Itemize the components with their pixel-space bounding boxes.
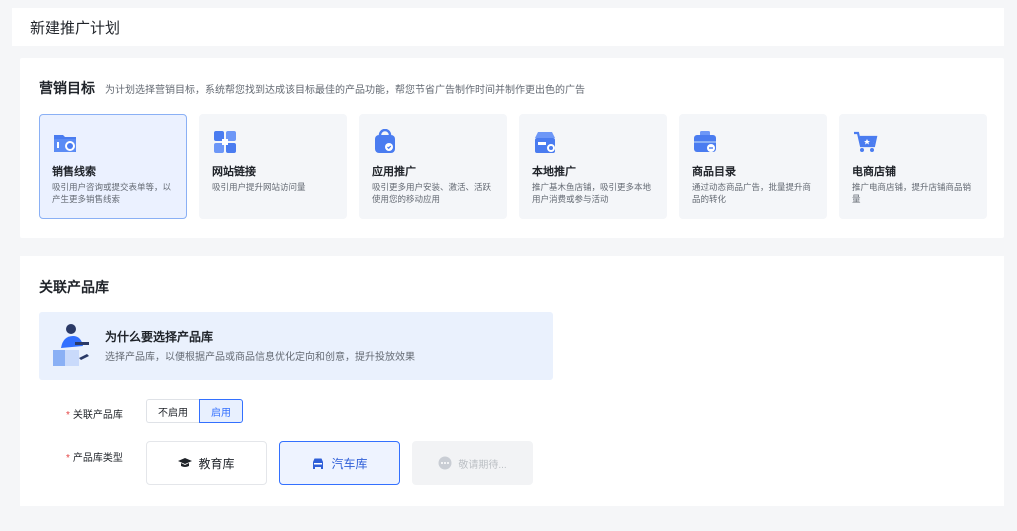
library-option-label: 教育库 — [198, 456, 235, 471]
goal-title: 商品目录 — [692, 166, 736, 178]
library-option-coming-soon: 敬请期待... — [412, 441, 533, 485]
tip-title: 为什么要选择产品库 — [105, 330, 214, 344]
product-library-tip: 为什么要选择产品库 选择产品库，以便根据产品或商品信息优化定向和创意，提升投放效… — [39, 312, 553, 380]
library-type-label: * 产品库类型 — [66, 449, 123, 464]
marketing-goal-card: 营销目标 为计划选择营销目标，系统帮您找到达成该目标最佳的产品功能，帮您节省广告… — [20, 58, 1004, 238]
goal-title: 应用推广 — [372, 166, 416, 178]
goal-local-promotion[interactable]: 本地推广 推广基木鱼店铺，吸引更多本地用户消费或参与活动 — [519, 114, 667, 219]
goal-description: 推广电商店铺，提升店铺商品销量 — [852, 182, 972, 204]
goal-title: 电商店铺 — [852, 166, 896, 178]
product-library-card: 关联产品库 为什么要选择产品库 选择产品库，以便根据产品或商品信息优化定向和创意… — [20, 256, 1004, 506]
goal-ecommerce-store[interactable]: 电商店铺 推广电商店铺，提升店铺商品销量 — [839, 114, 987, 219]
ecommerce-cart-icon — [854, 131, 878, 152]
page-header: 新建推广计划 — [12, 8, 1004, 46]
more-dots-icon — [438, 456, 452, 470]
field-label: 产品库类型 — [72, 453, 123, 464]
page-title: 新建推广计划 — [30, 19, 121, 37]
goal-title: 本地推广 — [532, 166, 576, 178]
local-store-icon — [535, 132, 555, 153]
goal-product-catalog[interactable]: 商品目录 通过动态商品广告，批量提升商品的转化 — [679, 114, 827, 219]
person-at-laptop-icon — [53, 324, 89, 366]
goal-description: 吸引用户咨询或提交表单等，以产生更多销售线索 — [52, 182, 172, 204]
goal-website-link[interactable]: 网站链接 吸引用户提升网站访问量 — [199, 114, 347, 219]
sales-leads-icon — [54, 135, 76, 152]
goal-options: 销售线索 吸引用户咨询或提交表单等，以产生更多销售线索 网站链接 吸引用户提升网… — [39, 114, 987, 219]
required-mark: * — [66, 410, 70, 421]
goal-description: 推广基木鱼店铺，吸引更多本地用户消费或参与活动 — [532, 182, 652, 204]
goal-description: 通过动态商品广告，批量提升商品的转化 — [692, 182, 812, 204]
library-option-label: 汽车库 — [331, 456, 368, 471]
library-option-auto[interactable]: 汽车库 — [279, 441, 400, 485]
section-description: 为计划选择营销目标，系统帮您找到达成该目标最佳的产品功能，帮您节省广告制作时间并… — [105, 85, 585, 96]
library-option-label: 敬请期待... — [458, 459, 507, 471]
graduation-cap-icon — [178, 458, 193, 467]
goal-sales-leads[interactable]: 销售线索 吸引用户咨询或提交表单等，以产生更多销售线索 — [39, 114, 187, 219]
section-title: 关联产品库 — [39, 279, 109, 295]
option-disable[interactable]: 不启用 — [146, 399, 199, 423]
goal-title: 网站链接 — [212, 166, 256, 178]
car-icon — [313, 458, 324, 469]
library-option-education[interactable]: 教育库 — [146, 441, 267, 485]
goal-app-promotion[interactable]: 应用推广 吸引更多用户安装、激活、活跃使用您的移动应用 — [359, 114, 507, 219]
tip-description: 选择产品库，以便根据产品或商品信息优化定向和创意，提升投放效果 — [105, 352, 415, 363]
goal-description: 吸引更多用户安装、激活、活跃使用您的移动应用 — [372, 182, 492, 204]
goal-description: 吸引用户提升网站访问量 — [212, 182, 306, 192]
link-library-toggle: 不启用 启用 — [146, 399, 243, 423]
goal-title: 销售线索 — [52, 166, 96, 178]
required-mark: * — [66, 453, 70, 464]
field-label: 关联产品库 — [72, 410, 123, 421]
option-enable[interactable]: 启用 — [199, 399, 243, 423]
app-promotion-icon — [375, 129, 395, 153]
marketing-goal-header: 营销目标 为计划选择营销目标，系统帮您找到达成该目标最佳的产品功能，帮您节省广告… — [39, 78, 585, 98]
section-title: 营销目标 — [39, 80, 95, 96]
product-catalog-icon — [694, 131, 716, 152]
link-library-label: * 关联产品库 — [66, 406, 123, 421]
website-link-icon — [214, 131, 236, 153]
library-type-options: 教育库 汽车库 敬请期待... — [146, 441, 533, 485]
